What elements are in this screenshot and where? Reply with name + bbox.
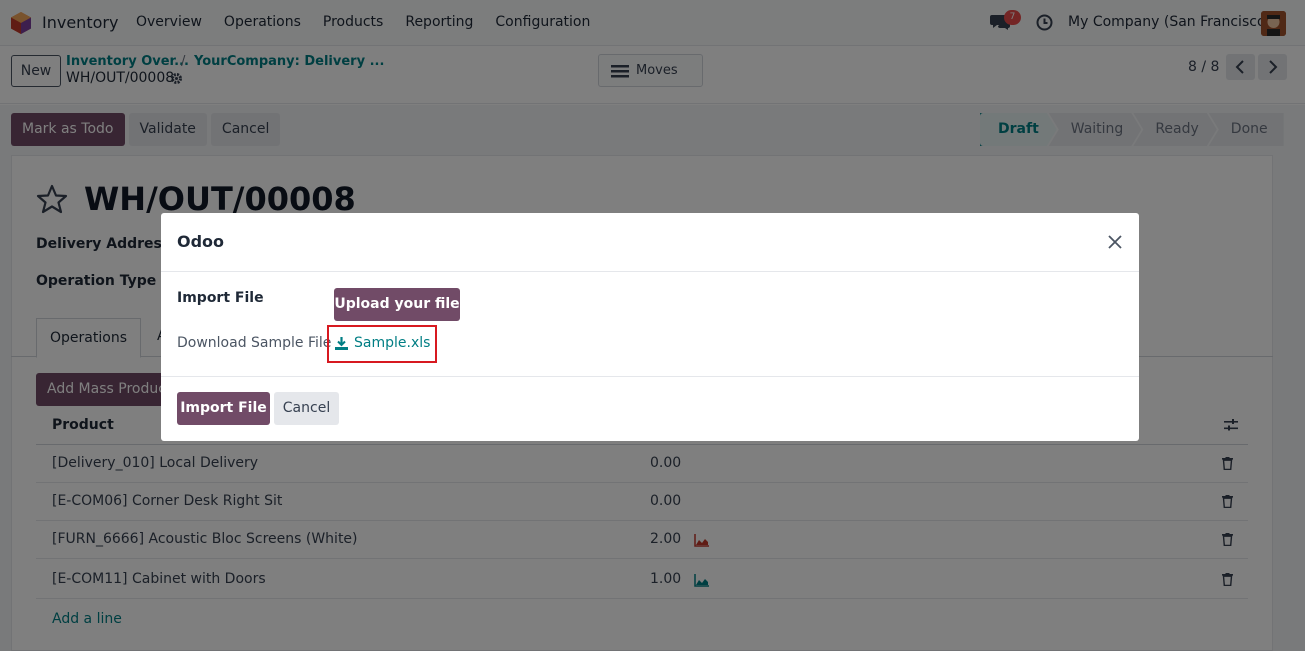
dialog-header-divider — [161, 271, 1139, 272]
dialog-footer-divider — [161, 376, 1139, 377]
download-sample-label: Download Sample File — [177, 335, 332, 351]
upload-file-button[interactable]: Upload your file — [334, 288, 460, 321]
import-dialog: Odoo Import File Upload your file Downlo… — [161, 213, 1139, 441]
dialog-title: Odoo — [177, 232, 225, 251]
sample-file-link[interactable]: Sample.xls — [354, 335, 430, 351]
sample-file-highlight: Sample.xls — [327, 325, 437, 363]
dialog-cancel-button[interactable]: Cancel — [274, 392, 339, 425]
download-icon — [335, 337, 348, 350]
close-icon[interactable] — [1107, 234, 1123, 250]
import-file-button[interactable]: Import File — [177, 392, 270, 425]
import-file-label: Import File — [177, 290, 264, 306]
